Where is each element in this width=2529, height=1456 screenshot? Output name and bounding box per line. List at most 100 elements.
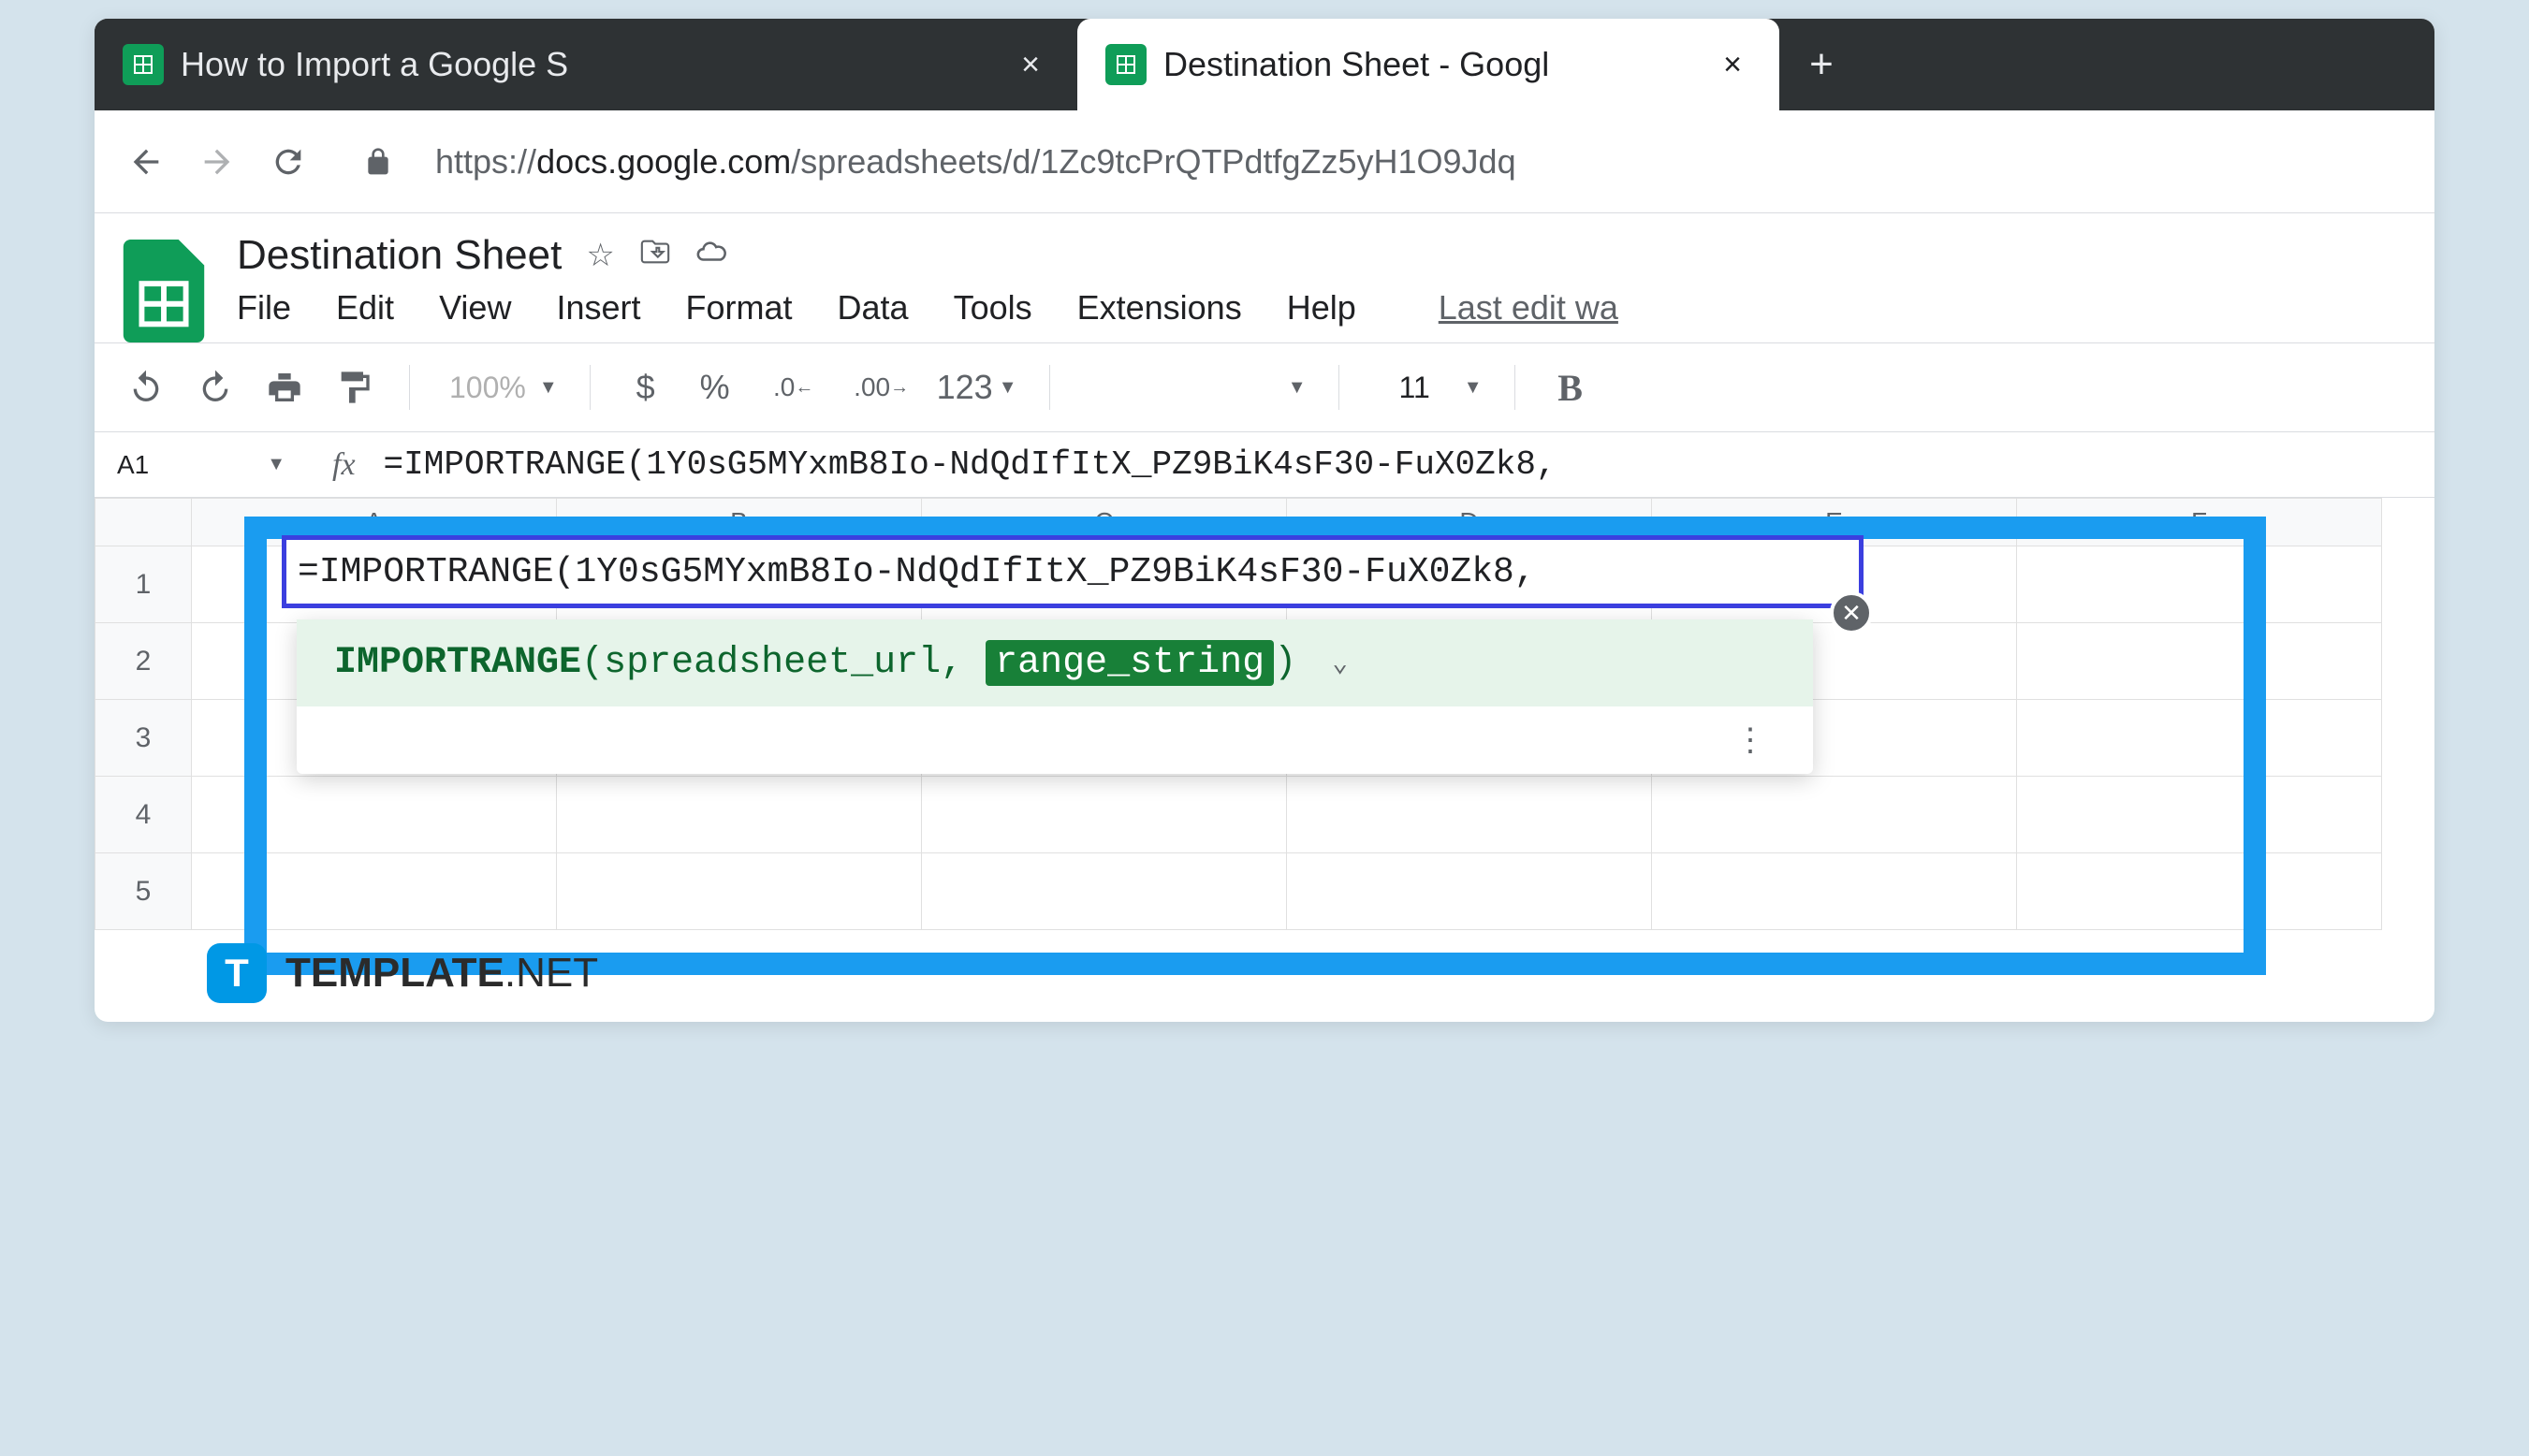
url-display[interactable]: https://docs.google.com/spreadsheets/d/1… — [435, 142, 1516, 182]
sheets-favicon-icon — [1105, 44, 1147, 85]
forward-icon[interactable] — [194, 138, 241, 185]
cell[interactable] — [2017, 623, 2382, 700]
toolbar-separator — [1338, 365, 1339, 410]
watermark-logo-icon: T — [207, 943, 267, 1003]
sheets-favicon-icon — [123, 44, 164, 85]
cloud-status-icon[interactable] — [695, 236, 727, 276]
menu-edit[interactable]: Edit — [336, 288, 394, 328]
number-format-value: 123 — [937, 364, 993, 411]
formula-input[interactable]: =IMPORTRANGE(1Y0sG5MYxmB8Io-NdQdIfItX_PZ… — [384, 445, 1557, 484]
cell[interactable] — [1652, 777, 2017, 853]
tab-close-icon[interactable]: × — [1714, 46, 1751, 83]
cell[interactable] — [2017, 777, 2382, 853]
chevron-down-icon: ▼ — [999, 377, 1017, 399]
percent-button[interactable]: % — [692, 364, 738, 411]
reload-icon[interactable] — [265, 138, 312, 185]
url-path: /spreadsheets/d/1Zc9tcPrQTPdtfgZz5yH1O9J… — [791, 142, 1515, 181]
cell[interactable] — [1287, 853, 1652, 930]
browser-window: How to Import a Google S × Destination S… — [95, 19, 2434, 1022]
font-size-value: 11 — [1371, 371, 1458, 405]
formula-hint-popup: IMPORTRANGE(spreadsheet_url, range_strin… — [297, 619, 1813, 774]
formula-hint-signature[interactable]: IMPORTRANGE(spreadsheet_url, range_strin… — [297, 619, 1813, 706]
cell[interactable] — [557, 777, 922, 853]
browser-tab-inactive[interactable]: How to Import a Google S × — [95, 19, 1077, 110]
number-format-dropdown[interactable]: 123 ▼ — [937, 364, 1017, 411]
cell[interactable] — [2017, 700, 2382, 777]
lock-icon — [355, 138, 402, 185]
error-badge-icon[interactable]: ✕ — [1830, 591, 1873, 634]
hint-more-icon[interactable]: ⋮ — [297, 706, 1813, 774]
last-edit-link[interactable]: Last edit wa — [1439, 288, 1618, 328]
cell[interactable] — [922, 853, 1287, 930]
row-header[interactable]: 4 — [95, 777, 192, 853]
cell[interactable] — [192, 853, 557, 930]
name-box[interactable]: A1 ▼ — [117, 450, 304, 480]
chevron-down-icon[interactable]: ⌄ — [1332, 647, 1348, 679]
watermark: T TEMPLATE.NET — [207, 943, 598, 1003]
cell[interactable] — [2017, 546, 2382, 623]
menu-data[interactable]: Data — [838, 288, 909, 328]
new-tab-button[interactable]: + — [1779, 19, 1864, 110]
hint-param-2-active: range_string — [986, 640, 1274, 686]
row-header[interactable]: 2 — [95, 623, 192, 700]
toolbar-separator — [1049, 365, 1050, 410]
menu-tools[interactable]: Tools — [954, 288, 1032, 328]
font-size-dropdown[interactable]: 11 ▼ — [1371, 371, 1483, 405]
document-title[interactable]: Destination Sheet — [237, 232, 562, 279]
tab-close-icon[interactable]: × — [1012, 46, 1049, 83]
chevron-down-icon: ▼ — [1464, 377, 1483, 399]
cell[interactable] — [557, 853, 922, 930]
move-folder-icon[interactable] — [639, 236, 671, 276]
cell[interactable] — [1652, 853, 2017, 930]
menu-format[interactable]: Format — [686, 288, 793, 328]
browser-tab-active[interactable]: Destination Sheet - Googl × — [1077, 19, 1779, 110]
select-all-corner[interactable] — [95, 498, 192, 546]
name-box-value: A1 — [117, 450, 149, 480]
url-scheme: https:// — [435, 142, 536, 181]
bold-button[interactable]: B — [1547, 364, 1594, 411]
toolbar: 100% ▼ $ % .0← .00→ 123 ▼ ▼ 11 ▼ B — [95, 342, 2434, 432]
hint-close-paren: ) — [1274, 642, 1296, 684]
row-header[interactable]: 5 — [95, 853, 192, 930]
zoom-value: 100% — [442, 371, 534, 405]
docs-titlebar: Destination Sheet ☆ File Edit View Inser… — [237, 232, 2406, 341]
zoom-dropdown[interactable]: 100% ▼ — [442, 371, 558, 405]
back-icon[interactable] — [123, 138, 169, 185]
decrease-decimal-button[interactable]: .0← — [761, 364, 826, 411]
redo-icon[interactable] — [192, 364, 239, 411]
cell[interactable] — [1287, 777, 1652, 853]
menu-help[interactable]: Help — [1287, 288, 1356, 328]
font-dropdown[interactable]: ▼ — [1082, 377, 1307, 399]
url-host: docs.google.com — [536, 142, 791, 181]
paint-format-icon[interactable] — [330, 364, 377, 411]
toolbar-separator — [1514, 365, 1515, 410]
menu-view[interactable]: View — [439, 288, 511, 328]
star-icon[interactable]: ☆ — [586, 237, 614, 274]
row-header[interactable]: 3 — [95, 700, 192, 777]
hint-separator: , — [941, 642, 986, 684]
currency-button[interactable]: $ — [622, 364, 669, 411]
cell[interactable] — [192, 777, 557, 853]
cell-editor[interactable]: =IMPORTRANGE(1Y0sG5MYxmB8Io-NdQdIfItX_PZ… — [282, 535, 1864, 608]
menu-extensions[interactable]: Extensions — [1077, 288, 1242, 328]
chevron-down-icon: ▼ — [539, 377, 558, 399]
menu-insert[interactable]: Insert — [556, 288, 640, 328]
sheet-area: A B C D E F 1 2 3 4 — [95, 498, 2434, 1022]
tab-title: How to Import a Google S — [181, 45, 995, 84]
toolbar-separator — [590, 365, 591, 410]
sheets-logo-icon[interactable] — [123, 240, 205, 342]
increase-decimal-button[interactable]: .00→ — [849, 364, 914, 411]
menu-file[interactable]: File — [237, 288, 291, 328]
docs-header: Destination Sheet ☆ File Edit View Inser… — [95, 213, 2434, 342]
chevron-down-icon: ▼ — [267, 454, 285, 475]
print-icon[interactable] — [261, 364, 308, 411]
row-header[interactable]: 1 — [95, 546, 192, 623]
column-header[interactable]: F — [2017, 498, 2382, 546]
cell[interactable] — [922, 777, 1287, 853]
grid-row: 4 — [95, 777, 2434, 853]
toolbar-separator — [409, 365, 410, 410]
cell[interactable] — [2017, 853, 2382, 930]
hint-open-paren: ( — [581, 642, 604, 684]
hint-param-1: spreadsheet_url — [604, 642, 941, 684]
undo-icon[interactable] — [123, 364, 169, 411]
